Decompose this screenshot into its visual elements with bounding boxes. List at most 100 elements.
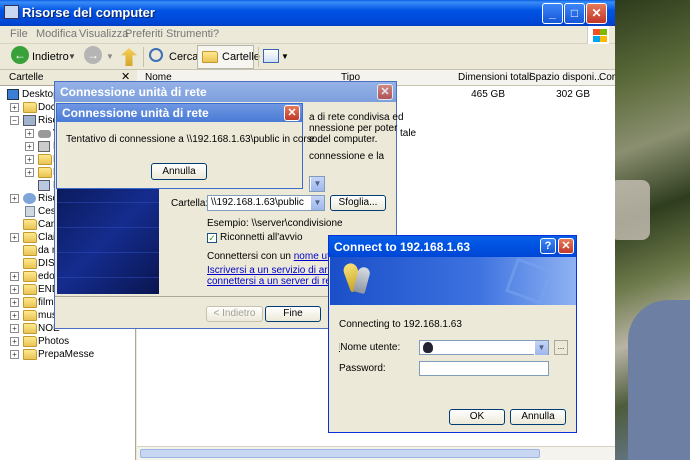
example-text: Esempio: \\server\condivisione [207,218,343,229]
collapse-icon[interactable]: − [10,116,19,125]
wizard-text: a di rete condivisa ed [309,112,404,123]
forward-dropdown-icon[interactable]: ▼ [106,46,114,68]
views-dropdown-icon[interactable]: ▼ [281,46,289,68]
cancel-button[interactable]: Annulla [151,163,207,180]
expand-icon[interactable]: + [10,337,19,346]
menu-preferiti[interactable]: Preferiti [125,28,163,40]
folder-icon [23,297,37,308]
network-icon [23,193,36,204]
desktop-wallpaper [610,0,690,460]
folder-icon [38,167,52,178]
back-button[interactable]: Indietro [32,46,69,68]
chevron-down-icon[interactable]: ▼ [534,341,548,355]
folder-icon [23,258,37,269]
folder-icon [202,51,218,63]
free-space-value: 302 GB [556,89,590,100]
close-icon[interactable]: ✕ [284,105,300,121]
connect-to-dialog: Connect to 192.168.1.63 ? ✕ Connecting t… [328,235,577,433]
close-button[interactable]: ✕ [586,3,607,24]
search-icon[interactable] [149,48,163,62]
folder-icon [23,336,37,347]
drive-combo[interactable]: ▼ [309,176,325,192]
help-button[interactable]: ? [540,238,556,254]
back-dropdown-icon[interactable]: ▼ [68,46,76,68]
expand-icon[interactable]: + [25,168,34,177]
computer-icon [4,5,19,19]
connect-banner [330,257,576,305]
expand-icon[interactable]: + [10,194,19,203]
recycle-bin-icon [25,206,35,217]
folder-icon [23,323,37,334]
forward-arrow-icon[interactable]: → [84,46,102,64]
reconnect-label: Riconnetti all'avvio [220,232,303,243]
list-item[interactable]: 465 GB 302 GB [437,89,615,102]
connecting-message: Tentativo di connessione a \\192.168.1.6… [66,134,326,145]
back-arrow-icon[interactable]: ← [11,46,29,64]
username-combo[interactable]: ▼ [419,340,549,355]
control-panel-icon [38,180,50,191]
total-size-value: 465 GB [471,89,505,100]
views-icon[interactable] [263,49,279,63]
expand-icon[interactable]: + [10,350,19,359]
menu-strumenti[interactable]: Strumenti [166,28,213,40]
folder-icon [23,219,37,230]
horizontal-scrollbar[interactable] [137,446,615,460]
minimize-button[interactable]: _ [542,3,563,24]
browse-users-button[interactable]: ... [554,340,568,355]
expand-icon[interactable]: + [10,103,19,112]
folder-combo[interactable]: \\192.168.1.63\public ▼ [207,195,325,211]
folder-icon [23,232,37,243]
menu-file[interactable]: File [10,28,28,40]
folder-icon [23,310,37,321]
folder-icon [23,102,37,113]
expand-icon[interactable]: + [25,129,34,138]
windows-logo-icon [587,26,609,44]
close-icon[interactable]: ✕ [377,84,393,100]
browse-button[interactable]: Sfoglia... [330,195,386,211]
menu-modifica[interactable]: Modifica [36,28,77,40]
search-button[interactable]: Cerca [169,46,198,68]
back-button[interactable]: < Indietro [206,306,263,322]
connect-message: Connecting to 192.168.1.63 [339,319,462,330]
close-icon[interactable]: ✕ [558,238,574,254]
folder-up-icon[interactable] [121,48,137,66]
expand-icon[interactable]: + [10,272,19,281]
wizard-text: tale [400,128,417,139]
expand-icon[interactable]: + [10,298,19,307]
user-icon [423,342,433,353]
scroll-thumb[interactable] [140,449,540,458]
connecting-titlebar[interactable]: Connessione unità di rete ✕ [57,104,302,122]
banner-graphic [504,257,554,305]
chevron-down-icon[interactable]: ▼ [310,196,324,210]
menu-visualizza[interactable]: Visualizza [79,28,128,40]
column-total-size[interactable]: Dimensioni totali [458,72,531,83]
expand-icon[interactable]: + [10,324,19,333]
column-comment[interactable]: Cor [599,72,615,83]
window-title: Risorse del computer [22,5,155,20]
folder-icon [23,271,37,282]
folder-icon [23,284,37,295]
finish-button[interactable]: Fine [265,306,321,322]
menu-help[interactable]: ? [213,28,219,40]
wizard-titlebar[interactable]: Connessione unità di rete ✕ [55,82,396,102]
drive-icon [38,130,51,138]
folders-button[interactable]: Cartelle [197,45,260,69]
server-link[interactable]: connettersi a un server di rete. [207,276,342,287]
wizard-text: connessione e la [309,151,385,162]
maximize-button[interactable]: □ [564,3,585,24]
expand-icon[interactable]: + [10,311,19,320]
ok-button[interactable]: OK [449,409,505,425]
explorer-titlebar[interactable]: Risorse del computer _ □ ✕ [0,0,615,26]
toolbar: ← Indietro ▼ → ▼ Cerca Cartelle ▼ [0,44,615,70]
cancel-button[interactable]: Annulla [510,409,566,425]
folder-icon [23,349,37,360]
password-field[interactable] [419,361,549,376]
reconnect-checkbox[interactable]: ✓ [207,233,217,243]
expand-icon[interactable]: + [10,233,19,242]
expand-icon[interactable]: + [25,142,34,151]
connect-titlebar[interactable]: Connect to 192.168.1.63 ? ✕ [329,236,576,257]
expand-icon[interactable]: + [25,155,34,164]
column-free-space[interactable]: Spazio disponi... [529,72,602,83]
folder-icon [23,245,37,256]
expand-icon[interactable]: + [10,285,19,294]
